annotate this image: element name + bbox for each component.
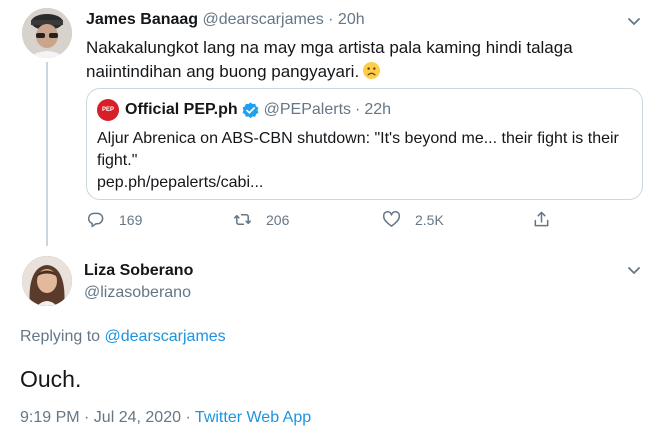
quoted-author-name[interactable]: Official PEP.ph — [125, 101, 238, 119]
separator: · — [355, 101, 361, 118]
tweet-time[interactable]: 20h — [338, 11, 365, 28]
retweet-icon — [233, 213, 252, 226]
verified-badge-icon — [242, 101, 259, 118]
like-button[interactable]: 2.5K — [382, 210, 444, 229]
tweet-text: Nakakalungkot lang na may mga artista pa… — [86, 36, 646, 84]
author-handle[interactable]: @dearscarjames — [203, 11, 324, 28]
reply-count: 169 — [119, 211, 143, 228]
pep-logo-avatar[interactable]: PEP — [97, 99, 119, 121]
avatar-image — [22, 8, 72, 58]
tweet-timestamp[interactable]: 9:19 PM · Jul 24, 2020 — [20, 409, 181, 426]
share-button[interactable] — [532, 210, 551, 229]
quoted-tweet-time[interactable]: 22h — [364, 101, 391, 119]
separator: · — [328, 11, 334, 28]
quoted-tweet-header: PEP Official PEP.ph @PEPalerts · 22h — [97, 99, 391, 121]
like-count: 2.5K — [415, 211, 444, 228]
quoted-tweet-text: Aljur Abrenica on ABS-CBN shutdown: "It'… — [97, 128, 627, 194]
separator: · — [185, 409, 191, 426]
avatar[interactable] — [22, 8, 72, 58]
quoted-tweet[interactable]: PEP Official PEP.ph @PEPalerts · 22h Alj… — [86, 88, 643, 200]
share-icon — [534, 211, 549, 227]
avatar[interactable] — [22, 256, 72, 306]
tweet-header: James Banaag @dearscarjames · 20h — [86, 11, 365, 29]
author-handle[interactable]: @lizasoberano — [84, 284, 191, 302]
tweet-actions: 169 206 2.5K — [86, 210, 556, 234]
reply-icon — [87, 212, 104, 228]
reply-button[interactable]: 169 — [86, 210, 142, 229]
replying-to-link[interactable]: @dearscarjames — [105, 328, 226, 345]
chevron-down-icon[interactable] — [624, 260, 644, 280]
retweet-count: 206 — [266, 211, 290, 228]
tweet-text: Ouch. — [20, 366, 82, 392]
replying-to: Replying to @dearscarjames — [20, 328, 226, 346]
quoted-tweet-body: Aljur Abrenica on ABS-CBN shutdown: "It'… — [97, 130, 619, 169]
main-tweet: Liza Soberano @lizasoberano Replying to … — [0, 246, 662, 447]
chevron-down-icon[interactable] — [624, 11, 644, 31]
sad-face-icon — [363, 61, 381, 80]
tweet-meta: 9:19 PM · Jul 24, 2020 · Twitter Web App — [20, 409, 311, 427]
quoted-author-handle[interactable]: @PEPalerts — [264, 101, 351, 119]
avatar-image — [22, 256, 72, 306]
parent-tweet[interactable]: James Banaag @dearscarjames · 20h Nakaka… — [0, 0, 662, 246]
replying-prefix: Replying to — [20, 328, 101, 345]
tweet-source-link[interactable]: Twitter Web App — [195, 409, 311, 426]
retweet-button[interactable]: 206 — [233, 210, 289, 229]
author-name[interactable]: Liza Soberano — [84, 262, 193, 280]
thread-line — [46, 62, 48, 246]
tweet-text-body: Nakakalungkot lang na may mga artista pa… — [86, 38, 573, 81]
author-name[interactable]: James Banaag — [86, 11, 198, 28]
quoted-tweet-link: pep.ph/pepalerts/cabi... — [97, 174, 264, 191]
heart-icon — [382, 211, 401, 227]
